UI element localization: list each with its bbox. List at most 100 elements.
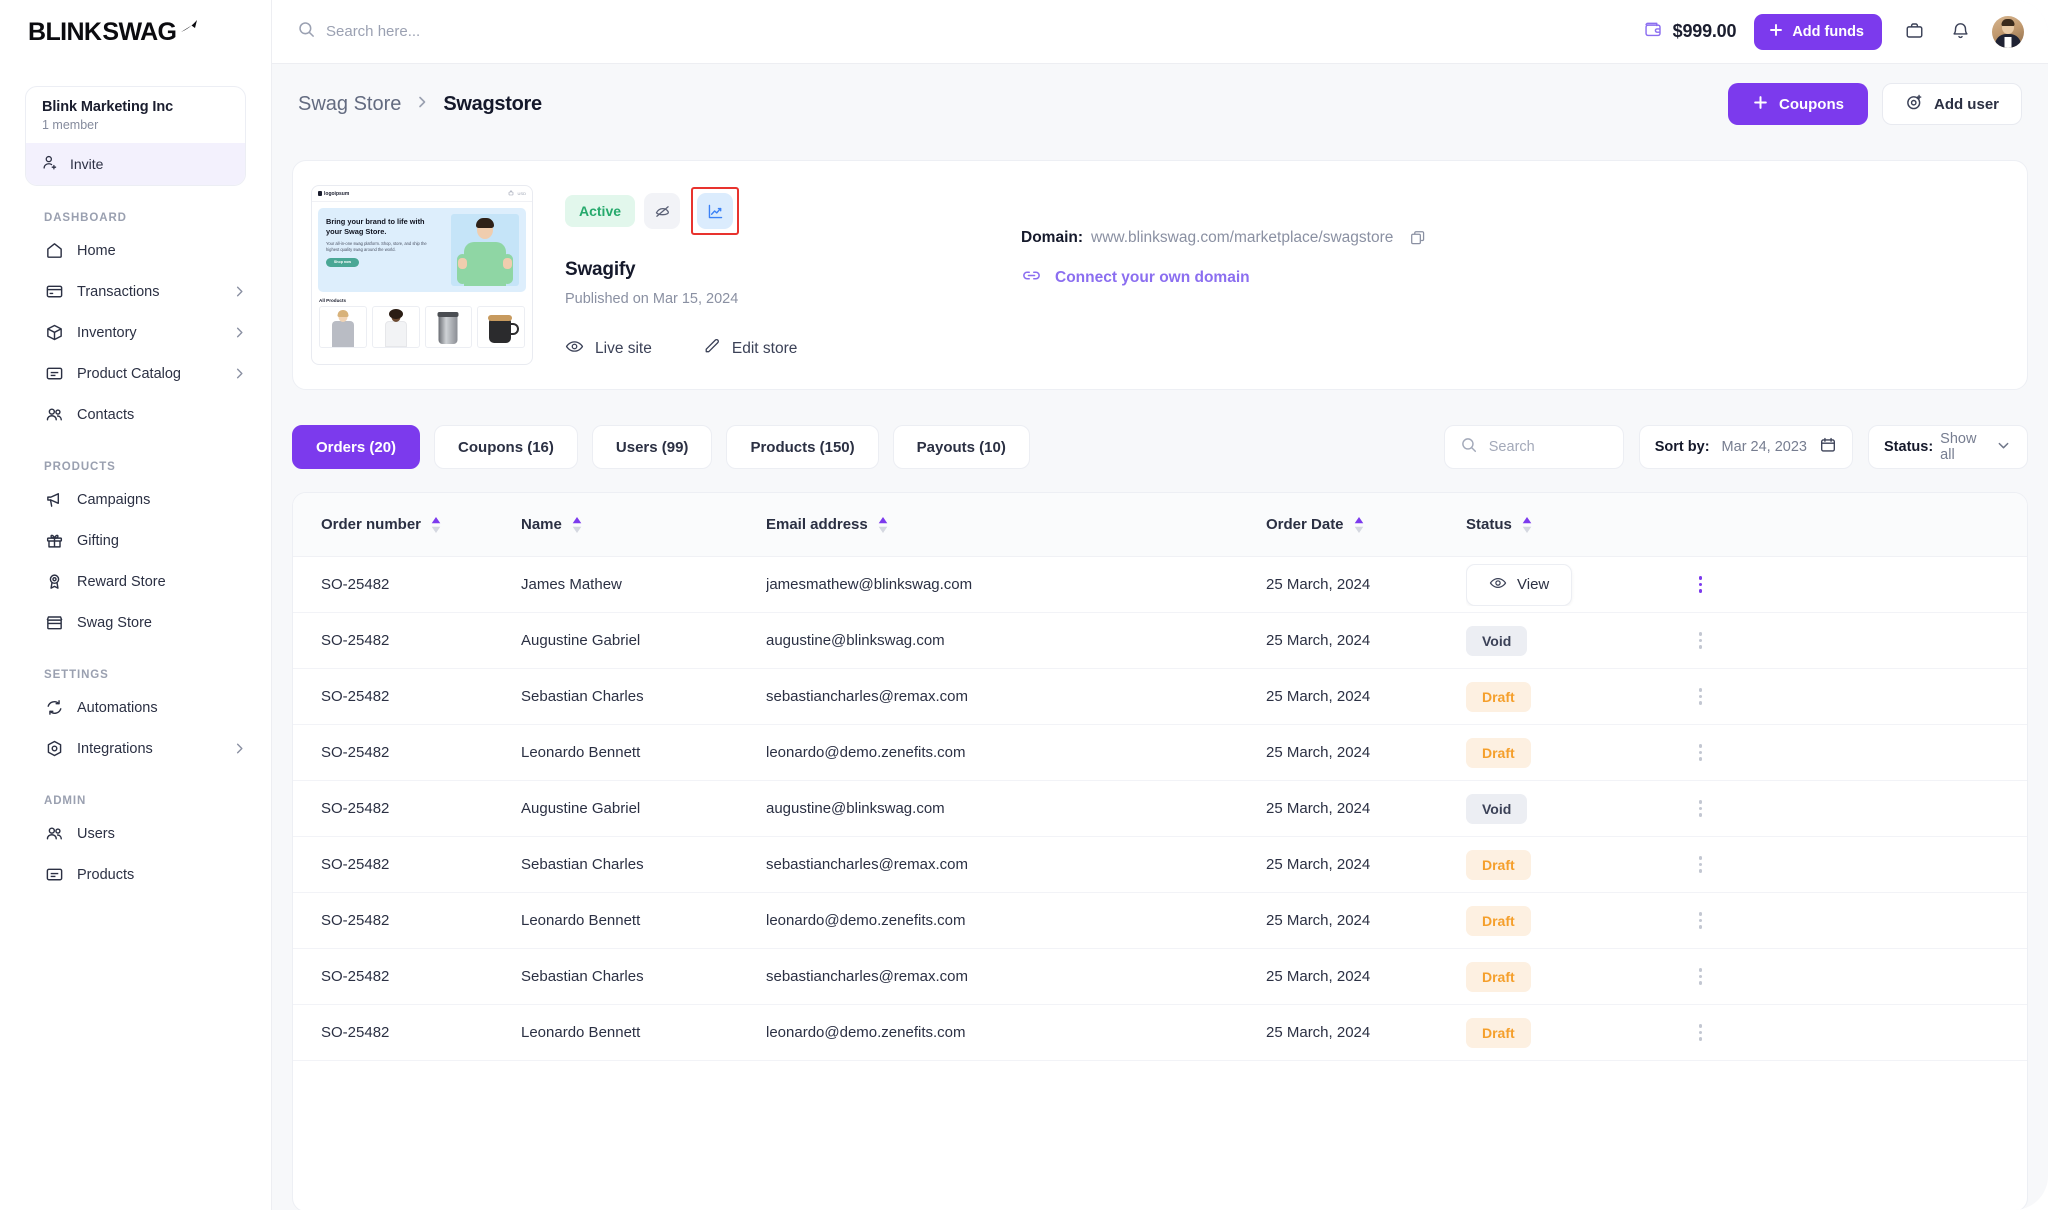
kebab-menu-icon[interactable] [1695, 964, 1707, 989]
column-header-order-number[interactable]: Order number [321, 516, 521, 533]
avatar[interactable] [1992, 15, 2024, 48]
kebab-menu-icon[interactable] [1695, 908, 1707, 933]
tab-payouts[interactable]: Payouts (10) [892, 425, 1030, 469]
app-logo[interactable]: BLINK SWAG [0, 0, 271, 64]
coupons-button[interactable]: Coupons [1727, 83, 1868, 125]
column-header-order-date[interactable]: Order Date [1266, 516, 1466, 533]
user-add-icon [1905, 93, 1924, 116]
sidebar-item-integrations[interactable]: Integrations [0, 728, 271, 769]
sidebar-item-campaigns[interactable]: Campaigns [0, 479, 271, 520]
sidebar-item-automations[interactable]: Automations [0, 687, 271, 728]
table-search-input[interactable] [1488, 439, 1599, 455]
table-row[interactable]: SO-25482 Sebastian Charles sebastiancharle… [293, 837, 2027, 893]
preview-hero: Bring your brand to life with your Swag … [318, 208, 526, 292]
add-user-button[interactable]: Add user [1881, 83, 2022, 125]
add-funds-button[interactable]: Add funds [1754, 13, 1882, 50]
preview-hero-image [451, 214, 519, 286]
sidebar-item-product-catalog[interactable]: Product Catalog [0, 353, 271, 394]
sidebar-item-contacts[interactable]: Contacts [0, 394, 271, 435]
column-header-status[interactable]: Status [1466, 516, 1646, 533]
sort-toggle-icon[interactable] [1354, 516, 1364, 533]
sort-toggle-icon[interactable] [572, 516, 582, 533]
column-header-name[interactable]: Name [521, 516, 766, 533]
search-input[interactable] [326, 23, 806, 40]
sidebar-item-swag-store[interactable]: Swag Store [0, 602, 271, 643]
column-header-email-address[interactable]: Email address [766, 516, 1266, 533]
preview-currency: USD [517, 191, 526, 196]
notifications-button[interactable] [1946, 18, 1974, 46]
table-row[interactable]: SO-25482 Augustine Gabriel augustine@blink… [293, 613, 2027, 669]
sidebar-item-products[interactable]: Products [0, 854, 271, 895]
view-order-button[interactable]: View [1466, 563, 1573, 606]
cell-email-address: augustine@blinkswag.com [766, 800, 945, 817]
table-row[interactable]: SO-25482 Sebastian Charles sebastiancharle… [293, 669, 2027, 725]
plus-icon [1768, 22, 1784, 42]
preview-logo: logoipsum [318, 191, 349, 197]
sidebar-item-users[interactable]: Users [0, 813, 271, 854]
status-filter[interactable]: Status: Show all [1868, 425, 2028, 469]
sidebar-item-inventory[interactable]: Inventory [0, 312, 271, 353]
bag-button[interactable] [1900, 18, 1928, 46]
chart-line-icon[interactable] [697, 193, 734, 229]
live-site-link[interactable]: Live site [565, 337, 652, 361]
global-search[interactable] [297, 20, 1643, 44]
wallet-balance[interactable]: $999.00 [1643, 19, 1737, 45]
cell-email-address: leonardo@demo.zenefits.com [766, 912, 966, 929]
add-user-label: Add user [1933, 95, 1999, 113]
table-row[interactable]: SO-25482 Leonardo Bennett leonardo@demo.ze… [293, 1005, 2027, 1061]
table-row[interactable]: SO-25482 James Mathew jamesmathew@blinkswa… [293, 557, 2027, 613]
nav-section-label-settings: SETTINGS [44, 669, 109, 681]
sidebar-label-product-catalog: Product Catalog [77, 365, 181, 382]
kebab-menu-icon[interactable] [1695, 852, 1707, 877]
sort-toggle-icon[interactable] [431, 516, 441, 533]
invite-button[interactable]: Invite [26, 143, 245, 185]
kebab-menu-icon[interactable] [1695, 628, 1707, 653]
org-card: Blink Marketing Inc 1 member Invite [25, 86, 246, 186]
cell-order-number: SO-25482 [321, 968, 390, 985]
tab-products[interactable]: Products (150) [726, 425, 879, 469]
table-row[interactable]: SO-25482 Sebastian Charles sebastiancharle… [293, 949, 2027, 1005]
cell-order-number: SO-25482 [321, 912, 390, 929]
status-badge: Draft [1466, 961, 1531, 992]
copy-icon[interactable] [1409, 229, 1427, 247]
sidebar-label-transactions: Transactions [77, 283, 160, 300]
sort-toggle-icon[interactable] [1522, 516, 1532, 533]
cell-order-number: SO-25482 [321, 688, 390, 705]
kebab-menu-icon[interactable] [1695, 572, 1707, 597]
eye-icon [565, 337, 584, 361]
catalog-icon [44, 865, 64, 885]
sort-by-control[interactable]: Sort by: Mar 24, 2023 [1638, 425, 1853, 469]
eye-icon [1489, 574, 1507, 596]
cell-order-number: SO-25482 [321, 800, 390, 817]
connect-domain-link[interactable]: Connect your own domain [1021, 265, 1427, 291]
kebab-menu-icon[interactable] [1695, 796, 1707, 821]
kebab-menu-icon[interactable] [1695, 684, 1707, 709]
cell-name: Sebastian Charles [521, 688, 644, 705]
table-row[interactable]: SO-25482 Augustine Gabriel augustine@blink… [293, 781, 2027, 837]
edit-store-link[interactable]: Edit store [702, 337, 797, 361]
status-filter-value: Show all [1940, 431, 1977, 463]
cell-actions [1646, 740, 1706, 765]
sidebar-item-home[interactable]: Home [0, 230, 271, 271]
kebab-menu-icon[interactable] [1695, 1020, 1707, 1045]
main-content: $999.00 Add funds Swag Stor [272, 0, 2048, 1210]
sort-toggle-icon[interactable] [878, 516, 888, 533]
table-search[interactable] [1443, 425, 1624, 469]
status-badge: Draft [1466, 849, 1531, 880]
store-preview-thumbnail[interactable]: logoipsum USD Bring your brand to life w… [311, 185, 533, 365]
tab-orders[interactable]: Orders (20) [292, 425, 421, 469]
table-row[interactable]: SO-25482 Leonardo Bennett leonardo@demo.ze… [293, 893, 2027, 949]
sidebar-item-gifting[interactable]: Gifting [0, 520, 271, 561]
tabs-and-filters: Orders (20) Coupons (16) Users (99) Prod… [292, 425, 2028, 469]
chevron-right-icon [414, 94, 430, 115]
sidebar-item-reward-store[interactable]: Reward Store [0, 561, 271, 602]
sidebar-label-campaigns: Campaigns [77, 491, 151, 508]
kebab-menu-icon[interactable] [1695, 740, 1707, 765]
sidebar-item-transactions[interactable]: Transactions [0, 271, 271, 312]
table-row[interactable]: SO-25482 Leonardo Bennett leonardo@demo.ze… [293, 725, 2027, 781]
tab-users[interactable]: Users (99) [591, 425, 713, 469]
org-member-count: 1 member [42, 118, 99, 132]
breadcrumb-parent[interactable]: Swag Store [298, 93, 401, 116]
eye-off-icon[interactable] [644, 193, 681, 229]
tab-coupons[interactable]: Coupons (16) [434, 425, 578, 469]
